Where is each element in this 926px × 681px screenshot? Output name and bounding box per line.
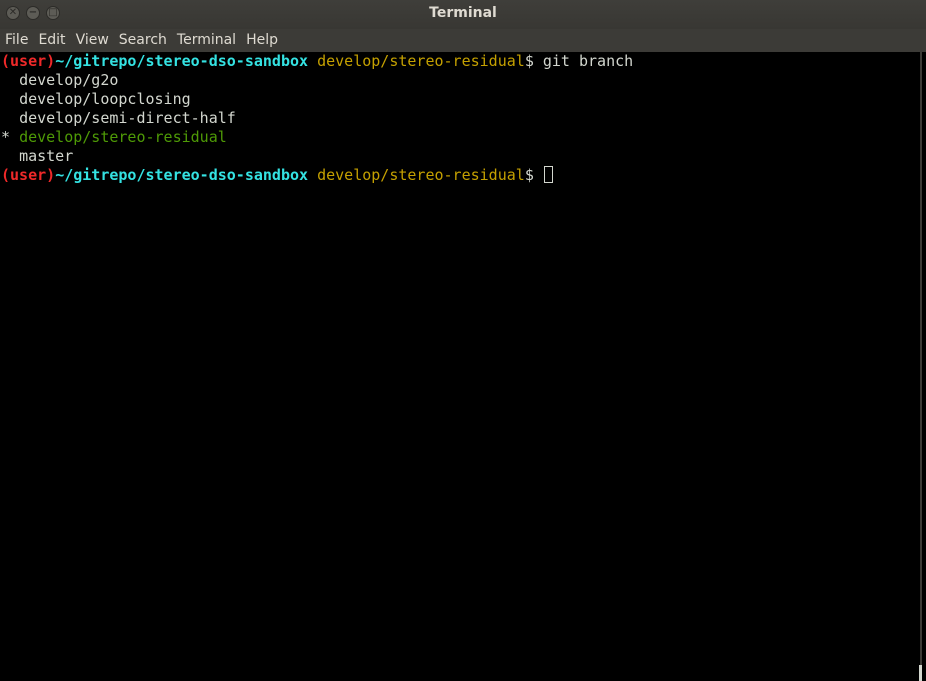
- menu-view[interactable]: View: [71, 29, 114, 52]
- window-title: Terminal: [429, 5, 497, 21]
- scrollbar-thumb[interactable]: [919, 665, 922, 681]
- branch-marker: [1, 90, 10, 108]
- terminal-output[interactable]: (user)~/gitrepo/stereo-dso-sandbox devel…: [0, 52, 920, 681]
- branch-line: master: [0, 147, 920, 166]
- scrollbar-track[interactable]: [920, 52, 922, 681]
- branch-name: develop/g2o: [19, 71, 119, 89]
- menu-bar: File Edit View Search Terminal Help: [0, 29, 926, 52]
- menu-file[interactable]: File: [0, 29, 33, 52]
- prompt-path: ~/gitrepo/stereo-dso-sandbox: [55, 52, 309, 70]
- prompt-user: (user): [1, 52, 56, 70]
- title-bar: ✕ − □ Terminal: [0, 0, 926, 29]
- branch-marker: *: [1, 128, 11, 146]
- prompt-symbol: $: [524, 166, 534, 184]
- prompt-line: (user)~/gitrepo/stereo-dso-sandbox devel…: [0, 166, 920, 185]
- prompt-branch: develop/stereo-residual: [317, 166, 525, 184]
- branch-marker: [1, 71, 10, 89]
- text-cursor: [543, 166, 553, 183]
- branch-name: master: [19, 147, 74, 165]
- menu-help[interactable]: Help: [241, 29, 283, 52]
- branch-line-current: * develop/stereo-residual: [0, 128, 920, 147]
- command-text: git branch: [542, 52, 634, 70]
- menu-terminal[interactable]: Terminal: [172, 29, 241, 52]
- prompt-line: (user)~/gitrepo/stereo-dso-sandbox devel…: [0, 52, 920, 71]
- prompt-symbol: $: [524, 52, 534, 70]
- branch-line: develop/loopclosing: [0, 90, 920, 109]
- branch-name: develop/semi-direct-half: [19, 109, 236, 127]
- branch-name-current: develop/stereo-residual: [19, 128, 227, 146]
- menu-edit[interactable]: Edit: [33, 29, 70, 52]
- prompt-path: ~/gitrepo/stereo-dso-sandbox: [55, 166, 309, 184]
- menu-search[interactable]: Search: [114, 29, 172, 52]
- branch-marker: [1, 147, 10, 165]
- branch-line: develop/semi-direct-half: [0, 109, 920, 128]
- prompt-branch: develop/stereo-residual: [317, 52, 525, 70]
- branch-line: develop/g2o: [0, 71, 920, 90]
- branch-marker: [1, 109, 10, 127]
- prompt-user: (user): [1, 166, 56, 184]
- branch-name: develop/loopclosing: [19, 90, 191, 108]
